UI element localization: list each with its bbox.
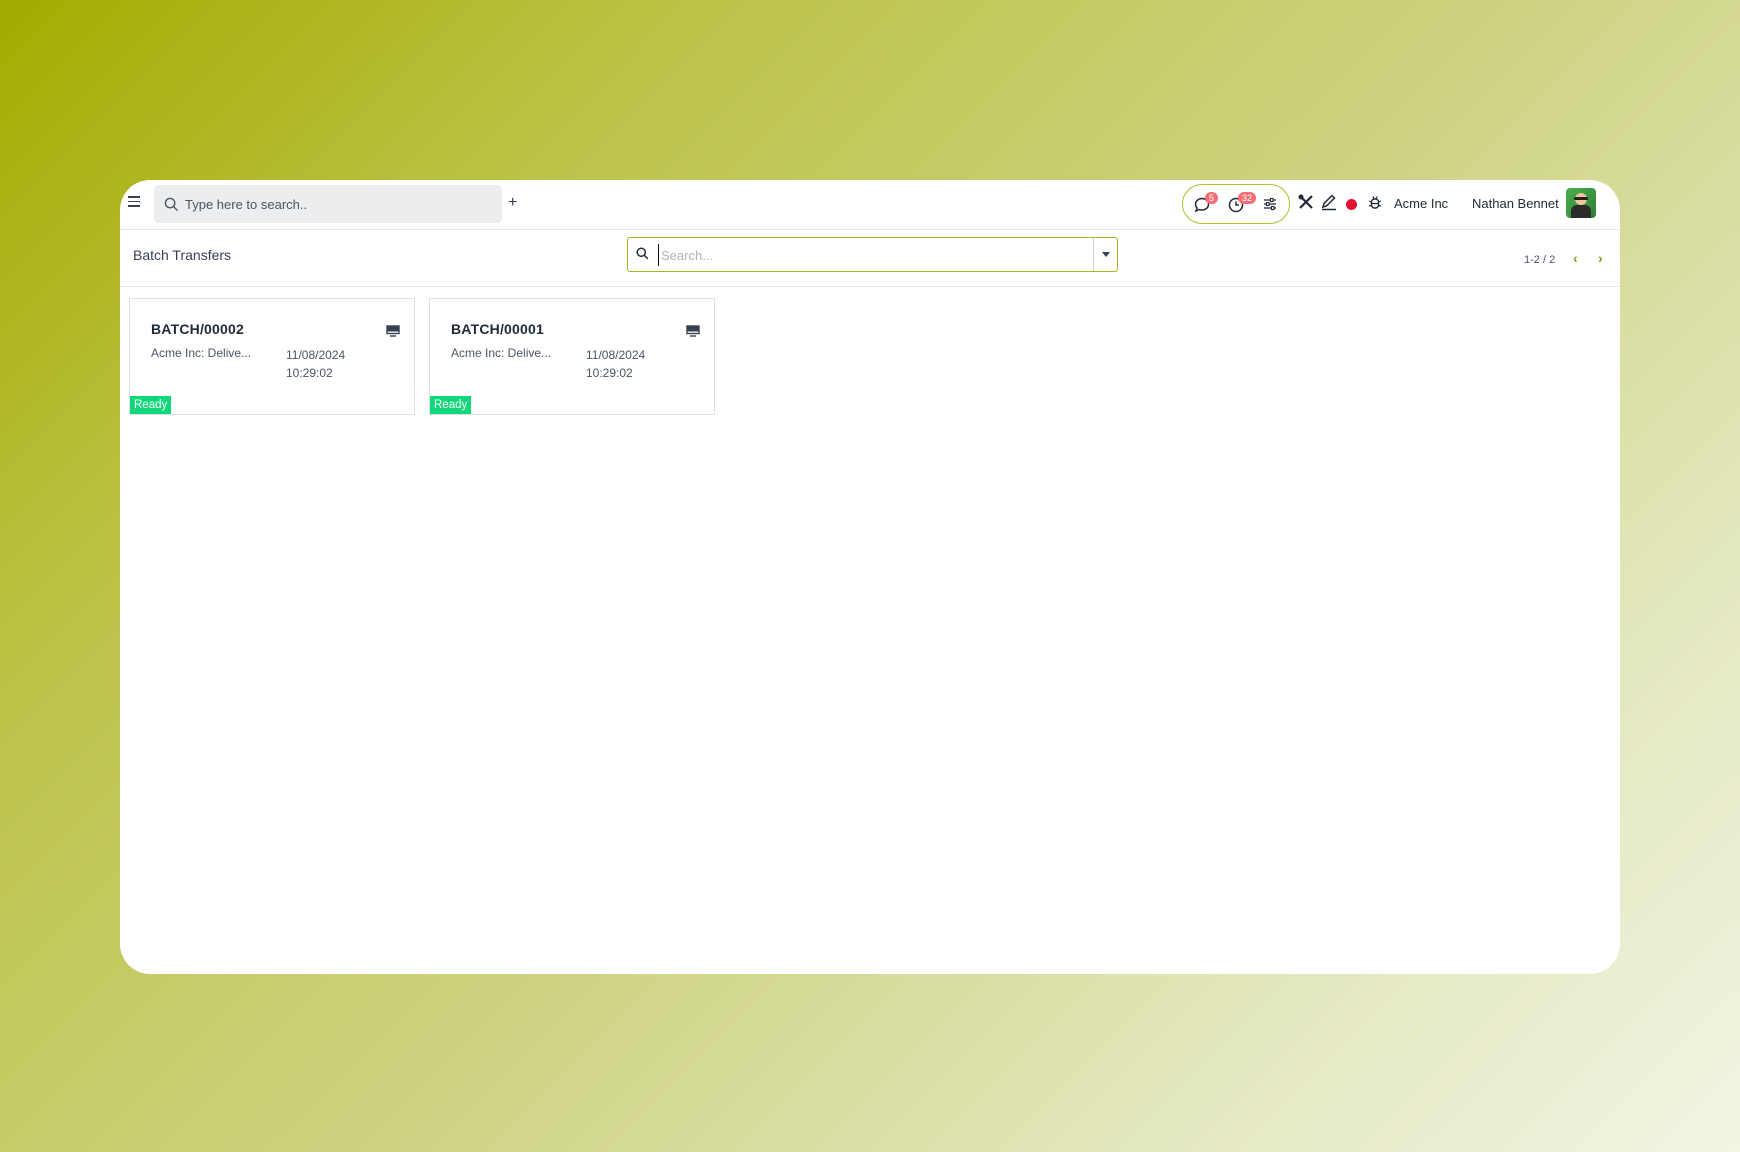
page-title: Batch Transfers bbox=[133, 247, 232, 263]
card-title: BATCH/00001 bbox=[451, 321, 544, 337]
kanban-card[interactable]: BATCH/00001 Acme Inc: Delive... 11/08/20… bbox=[429, 298, 715, 415]
global-search-placeholder[interactable]: Type here to search.. bbox=[185, 197, 307, 212]
card-title: BATCH/00002 bbox=[151, 321, 244, 337]
menu-icon[interactable] bbox=[128, 196, 140, 208]
edit-icon[interactable] bbox=[1320, 193, 1338, 211]
avatar[interactable] bbox=[1566, 188, 1596, 218]
pager-value[interactable]: 1-2 / 2 bbox=[1524, 254, 1555, 266]
search-input[interactable] bbox=[658, 244, 1078, 266]
messages-count-badge: 5 bbox=[1205, 192, 1219, 204]
status-badge: Ready bbox=[430, 396, 472, 414]
search-icon bbox=[164, 197, 179, 211]
control-panel: Batch Transfers 1-2 / 2 ‹ › bbox=[120, 230, 1620, 287]
card-description: Acme Inc: Delive... bbox=[151, 346, 252, 360]
status-dot[interactable] bbox=[1346, 199, 1357, 210]
card-description: Acme Inc: Delive... bbox=[451, 346, 552, 360]
top-navbar: Type here to search.. + 5 32 Acme Inc Na… bbox=[120, 180, 1620, 230]
search-panel bbox=[627, 237, 1118, 272]
status-badge: Ready bbox=[130, 396, 172, 414]
pager-previous-button[interactable]: ‹ bbox=[1573, 250, 1578, 266]
activities-count-badge: 32 bbox=[1238, 192, 1257, 204]
monitor-icon bbox=[686, 325, 700, 337]
app-window: Type here to search.. + 5 32 Acme Inc Na… bbox=[120, 180, 1620, 974]
bug-icon[interactable] bbox=[1368, 195, 1382, 211]
company-switcher[interactable]: Acme Inc bbox=[1394, 196, 1448, 211]
search-icon bbox=[636, 247, 649, 260]
global-search-bar[interactable]: Type here to search.. bbox=[154, 185, 502, 223]
card-date: 11/08/2024 bbox=[286, 348, 346, 362]
card-datetime: 11/08/2024 10:29:02 bbox=[586, 346, 645, 382]
card-date: 11/08/2024 bbox=[586, 348, 646, 362]
tools-icon[interactable] bbox=[1297, 193, 1315, 211]
card-time: 10:29:02 bbox=[286, 366, 333, 380]
kanban-card[interactable]: BATCH/00002 Acme Inc: Delive... 11/08/20… bbox=[129, 298, 415, 415]
sliders-icon[interactable] bbox=[1263, 197, 1277, 211]
pager-next-button[interactable]: › bbox=[1598, 250, 1603, 266]
card-datetime: 11/08/2024 10:29:02 bbox=[286, 346, 345, 382]
user-menu[interactable]: Nathan Bennet bbox=[1472, 196, 1559, 211]
card-time: 10:29:02 bbox=[586, 366, 633, 380]
search-options-toggle[interactable] bbox=[1093, 238, 1117, 271]
systray-group: 5 32 bbox=[1182, 184, 1290, 224]
add-button[interactable]: + bbox=[508, 194, 517, 212]
monitor-icon bbox=[386, 325, 400, 337]
